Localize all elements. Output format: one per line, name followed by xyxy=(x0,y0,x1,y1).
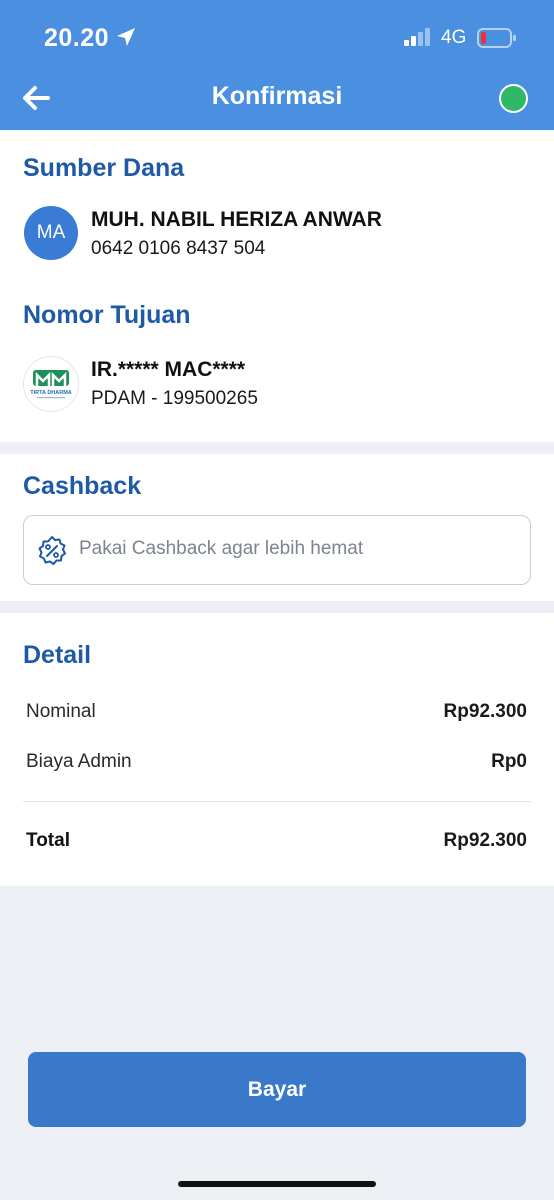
source-section-title: Sumber Dana xyxy=(23,154,185,182)
account-name: MUH. NABIL HERIZA ANWAR xyxy=(91,208,382,231)
source-destination-card: Sumber Dana MA MUH. NABIL HERIZA ANWAR 0… xyxy=(0,130,554,442)
status-indicator xyxy=(499,84,528,113)
account-number: 0642 0106 8437 504 xyxy=(91,238,266,259)
cashback-placeholder: Pakai Cashback agar lebih hemat xyxy=(79,538,364,559)
status-time: 20.20 xyxy=(44,24,110,52)
logo-text: TIRTA DHARMA xyxy=(30,390,72,396)
cashback-section-title: Cashback xyxy=(23,472,142,500)
detail-section-title: Detail xyxy=(23,641,92,669)
nominal-label: Nominal xyxy=(26,701,96,722)
total-value: Rp92.300 xyxy=(443,830,527,851)
page-title: Konfirmasi xyxy=(211,82,343,110)
cashback-selector[interactable]: Pakai Cashback agar lebih hemat xyxy=(23,515,531,585)
avatar: MA xyxy=(24,206,78,260)
tirta-dharma-logo-icon: TIRTA DHARMA xyxy=(23,356,79,412)
percent-badge-icon xyxy=(36,535,68,572)
location-arrow-icon xyxy=(116,27,136,52)
nominal-value: Rp92.300 xyxy=(443,701,527,722)
destination-name: IR.***** MAC**** xyxy=(91,358,246,381)
app-header: 20.20 4G Konfirmasi xyxy=(0,0,554,130)
destination-section-title: Nomor Tujuan xyxy=(23,301,191,329)
cashback-card: Cashback Pakai Cashback agar lebih hemat xyxy=(0,454,554,601)
divider xyxy=(23,801,531,802)
signal-icon xyxy=(404,28,434,51)
total-label: Total xyxy=(26,830,70,851)
pay-button[interactable]: Bayar xyxy=(28,1052,526,1127)
admin-fee-label: Biaya Admin xyxy=(26,751,132,772)
home-indicator xyxy=(178,1181,376,1187)
destination-id: PDAM - 199500265 xyxy=(91,388,258,409)
detail-card: Detail Nominal Rp92.300 Biaya Admin Rp0 … xyxy=(0,613,554,886)
battery-icon xyxy=(477,27,517,54)
admin-fee-value: Rp0 xyxy=(491,751,527,772)
network-label: 4G xyxy=(441,27,467,48)
